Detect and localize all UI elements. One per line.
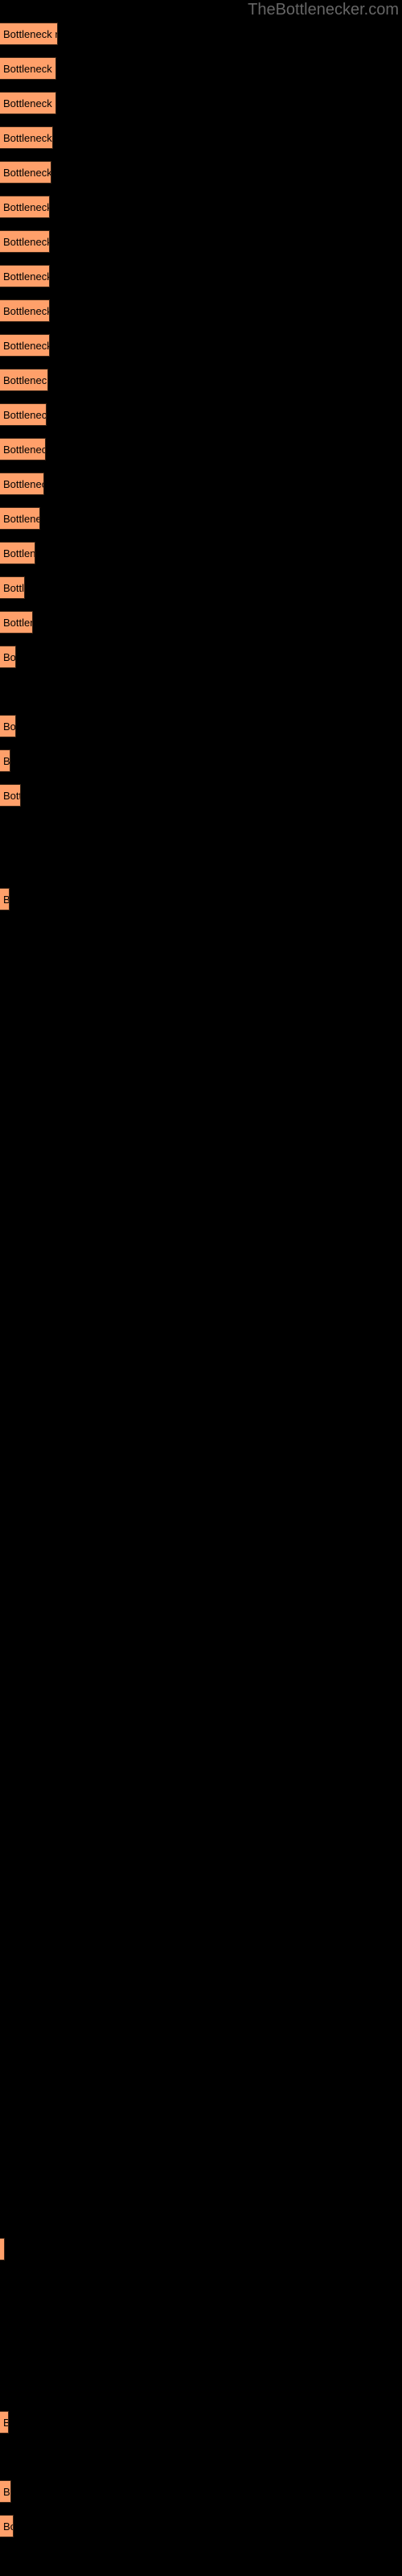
bar-label: Bottleneck result bbox=[3, 2520, 13, 2533]
bar-72: Bottleneck result bbox=[0, 2480, 11, 2503]
bar-2: Bottleneck result bbox=[0, 57, 56, 80]
bar-label: Bottleneck result bbox=[3, 2239, 4, 2260]
bar-18: Bottleneck result bbox=[0, 611, 33, 634]
bar-26: Bottleneck result bbox=[0, 888, 10, 910]
bar-22: Bottleneck result bbox=[0, 749, 10, 772]
bar-70: Bottleneck result bbox=[0, 2411, 9, 2434]
bar-73: Bottleneck result bbox=[0, 2515, 14, 2537]
bar-8: Bottleneck result bbox=[0, 265, 50, 287]
bar-6: Bottleneck result bbox=[0, 196, 50, 218]
bar-label: Bottleneck result bbox=[3, 444, 45, 456]
bar-65: Bottleneck result bbox=[0, 2238, 5, 2260]
bar-label: Bottleneck result bbox=[3, 409, 47, 421]
bar-11: Bottleneck result bbox=[0, 369, 48, 391]
site-watermark: TheBottlenecker.com bbox=[248, 1, 399, 19]
bar-16: Bottleneck result bbox=[0, 542, 35, 564]
bar-label: Bottleneck result bbox=[3, 340, 50, 352]
bar-label: Bottleneck result bbox=[3, 513, 39, 525]
bar-label: Bottleneck result bbox=[3, 478, 43, 490]
bar-label: Bottleneck result bbox=[3, 236, 50, 248]
bar-label: Bottleneck result bbox=[3, 63, 55, 75]
bar-15: Bottleneck result bbox=[0, 507, 40, 530]
bar-label: Bottleneck result bbox=[3, 132, 52, 144]
bar-label: Bottleneck result bbox=[3, 305, 50, 317]
bar-23: Bottleneck result bbox=[0, 784, 21, 807]
bar-7: Bottleneck result bbox=[0, 230, 50, 253]
bar-4: Bottleneck result bbox=[0, 126, 53, 149]
bar-3: Bottleneck result bbox=[0, 92, 56, 114]
bar-13: Bottleneck result bbox=[0, 438, 46, 460]
bar-label: Bottleneck result bbox=[3, 28, 57, 40]
bar-label: Bottleneck result bbox=[3, 582, 25, 594]
bottleneck-bar-chart: Bottleneck result Bottleneck result Bottle… bbox=[0, 0, 402, 2576]
bar-label: Bottleneck result bbox=[3, 374, 48, 386]
bar-label: Bottleneck result bbox=[3, 720, 16, 733]
bar-label: Bottleneck result bbox=[3, 617, 32, 629]
bar-label: Bottleneck result bbox=[3, 270, 50, 283]
bar-1: Bottleneck result bbox=[0, 23, 58, 45]
bar-label: Bottleneck result bbox=[3, 790, 20, 802]
plot-area: Bottleneck result Bottleneck result Bottle… bbox=[0, 0, 402, 2576]
bar-19: Bottleneck result bbox=[0, 646, 16, 668]
bar-12: Bottleneck result bbox=[0, 403, 47, 426]
bar-21: Bottleneck result bbox=[0, 715, 16, 737]
bar-label: Bottleneck result bbox=[3, 894, 10, 906]
bar-9: Bottleneck result bbox=[0, 299, 50, 322]
bar-label: Bottleneck result bbox=[3, 201, 50, 213]
bar-14: Bottleneck result bbox=[0, 473, 44, 495]
bar-label: Bottleneck result bbox=[3, 2486, 10, 2498]
bar-label: Bottleneck result bbox=[3, 547, 35, 559]
bar-label: Bottleneck result bbox=[3, 755, 10, 767]
bar-label: Bottleneck result bbox=[3, 167, 51, 179]
bar-10: Bottleneck result bbox=[0, 334, 50, 357]
bar-label: Bottleneck result bbox=[3, 97, 55, 109]
bar-5: Bottleneck result bbox=[0, 161, 51, 184]
bar-17: Bottleneck result bbox=[0, 576, 25, 599]
bar-label: Bottleneck result bbox=[3, 2412, 8, 2433]
bar-label: Bottleneck result bbox=[3, 651, 16, 663]
